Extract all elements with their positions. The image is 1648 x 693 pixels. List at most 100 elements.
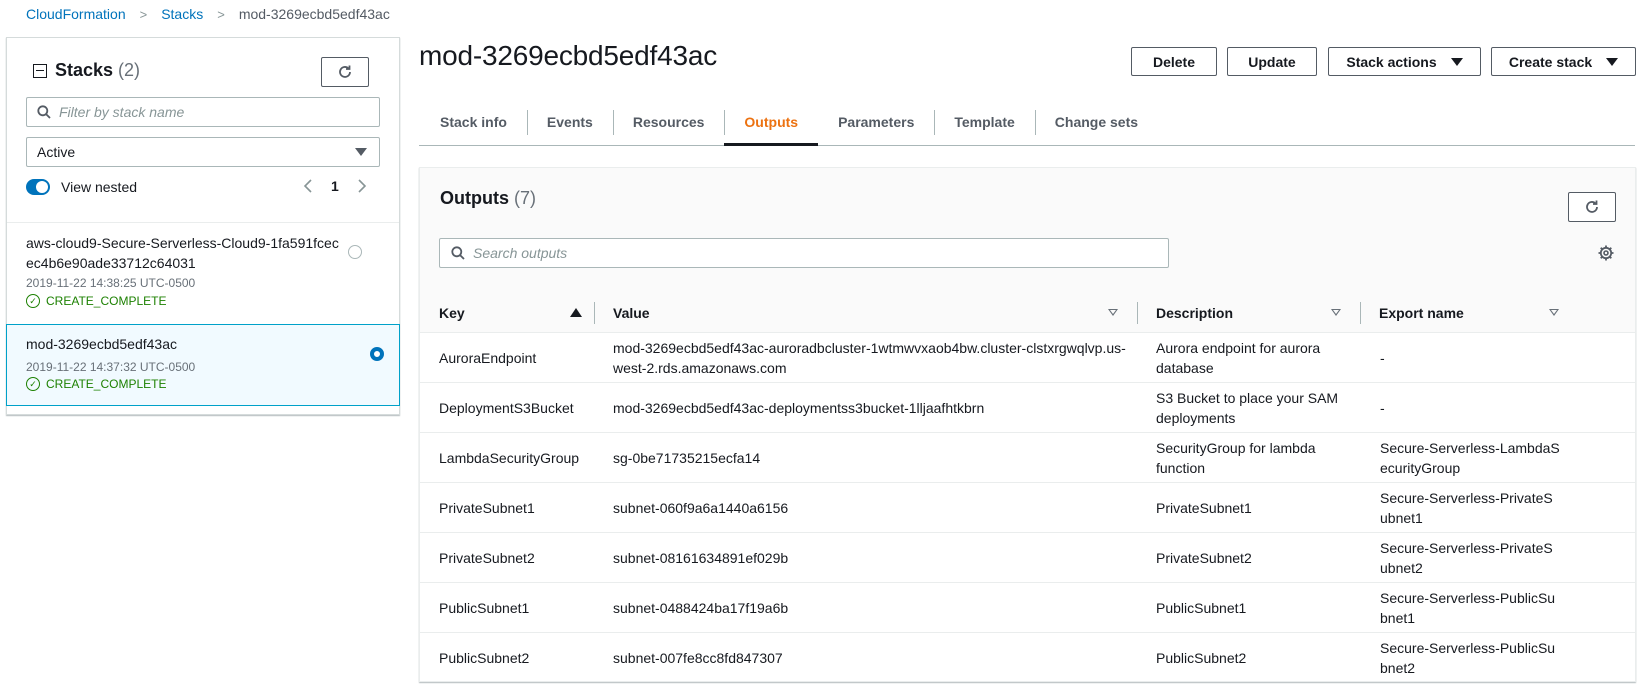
outputs-panel: Outputs (7) Key Value Description Export… xyxy=(419,167,1636,682)
breadcrumb-cloudformation[interactable]: CloudFormation xyxy=(26,6,126,22)
delete-button[interactable]: Delete xyxy=(1131,47,1217,76)
collapse-icon[interactable] xyxy=(33,63,47,78)
view-nested-label: View nested xyxy=(61,179,138,195)
column-export-name[interactable]: Export name xyxy=(1379,292,1464,333)
outputs-title-label: Outputs xyxy=(440,188,509,208)
status-filter-value: Active xyxy=(37,144,76,160)
tab-change-sets[interactable]: Change sets xyxy=(1034,98,1158,145)
tab-resources[interactable]: Resources xyxy=(612,98,725,145)
caret-down-icon xyxy=(355,148,367,156)
tab-stack-info[interactable]: Stack info xyxy=(419,98,527,145)
delete-button-label: Delete xyxy=(1152,53,1196,70)
column-key[interactable]: Key xyxy=(439,292,465,333)
view-nested-toggle[interactable] xyxy=(26,179,50,195)
column-value[interactable]: Value xyxy=(613,292,650,333)
create-stack-button[interactable]: Create stack xyxy=(1491,47,1636,76)
stack-status-text: CREATE_COMPLETE xyxy=(46,294,167,308)
output-key: PrivateSubnet2 xyxy=(439,550,535,566)
chevron-right-icon: > xyxy=(217,6,225,22)
outputs-title: Outputs (7) xyxy=(440,188,536,209)
stack-list-item-selected[interactable]: mod-3269ecbd5edf43ac 2019-11-22 14:37:32… xyxy=(6,324,400,406)
outputs-count: (7) xyxy=(514,188,537,208)
tab-template[interactable]: Template xyxy=(934,98,1034,145)
output-description: PublicSubnet2 xyxy=(1156,650,1247,666)
stacks-title: Stacks (2) xyxy=(33,60,140,81)
sort-ascending-icon[interactable] xyxy=(570,308,582,317)
output-export-name: Secure-Serverless-PrivateSubnet2 xyxy=(1380,540,1553,576)
stack-radio-selected[interactable] xyxy=(370,347,384,361)
search-icon xyxy=(451,246,465,260)
page-title: mod-3269ecbd5edf43ac xyxy=(419,40,718,71)
stack-list-item[interactable]: aws-cloud9-Secure-Serverless-Cloud9-1fa5… xyxy=(7,223,399,324)
outputs-column-headers: Key Value Description Export name xyxy=(420,292,1635,333)
stack-radio[interactable] xyxy=(348,245,362,259)
outputs-search xyxy=(439,238,1169,268)
stack-status: ✓ CREATE_COMPLETE xyxy=(26,377,166,391)
output-description: Aurora endpoint for aurora database xyxy=(1156,340,1321,376)
breadcrumb-stacks[interactable]: Stacks xyxy=(161,6,203,22)
output-export-name: - xyxy=(1380,400,1385,416)
chevron-right-icon[interactable] xyxy=(357,178,367,194)
stack-filter-input[interactable] xyxy=(59,104,367,120)
output-key: PrivateSubnet1 xyxy=(439,500,535,516)
stack-tabs: Stack info Events Resources Outputs Para… xyxy=(419,98,1635,146)
outputs-table-body: AuroraEndpoint mod-3269ecbd5edf43ac-auro… xyxy=(420,333,1635,683)
column-divider xyxy=(1360,302,1361,324)
column-description[interactable]: Description xyxy=(1156,292,1233,333)
update-button[interactable]: Update xyxy=(1227,47,1317,76)
stack-timestamp: 2019-11-22 14:38:25 UTC-0500 xyxy=(26,276,196,290)
search-icon xyxy=(37,105,51,119)
refresh-icon xyxy=(339,65,351,78)
outputs-header: Outputs (7) Key Value Description Export… xyxy=(420,168,1635,333)
table-row: PrivateSubnet1 subnet-060f9a6a1440a6156 … xyxy=(420,483,1635,533)
outputs-search-input[interactable] xyxy=(473,245,1119,261)
output-export-name: Secure-Serverless-PublicSubnet1 xyxy=(1380,590,1556,626)
filter-icon[interactable] xyxy=(1108,309,1118,316)
table-row: DeploymentS3Bucket mod-3269ecbd5edf43ac-… xyxy=(420,383,1635,433)
filter-icon[interactable] xyxy=(1331,309,1341,316)
current-page[interactable]: 1 xyxy=(331,178,339,194)
stack-name[interactable]: aws-cloud9-Secure-Serverless-Cloud9-1fa5… xyxy=(26,233,346,273)
update-button-label: Update xyxy=(1248,53,1296,70)
output-description: SecurityGroup for lambda function xyxy=(1156,440,1316,476)
gear-icon[interactable] xyxy=(1597,244,1615,262)
stack-status-text: CREATE_COMPLETE xyxy=(46,377,167,391)
stack-actions-label: Stack actions xyxy=(1346,53,1437,70)
stack-name[interactable]: mod-3269ecbd5edf43ac xyxy=(26,334,346,354)
refresh-outputs-button[interactable] xyxy=(1568,192,1616,222)
table-row: PublicSubnet2 subnet-007fe8cc8fd847307 P… xyxy=(420,633,1635,683)
output-key: LambdaSecurityGroup xyxy=(439,450,580,466)
chevron-left-icon[interactable] xyxy=(303,178,313,194)
breadcrumb-current: mod-3269ecbd5edf43ac xyxy=(238,6,390,22)
filter-icon[interactable] xyxy=(1549,309,1559,316)
create-stack-label: Create stack xyxy=(1508,53,1593,70)
output-export-name: Secure-Serverless-PrivateSubnet1 xyxy=(1380,490,1553,526)
output-export-name: - xyxy=(1380,350,1385,366)
table-row: AuroraEndpoint mod-3269ecbd5edf43ac-auro… xyxy=(420,333,1635,383)
output-export-name: Secure-Serverless-PublicSubnet2 xyxy=(1380,640,1556,676)
output-value: mod-3269ecbd5edf43ac-deploymentss3bucket… xyxy=(613,400,985,416)
output-key: AuroraEndpoint xyxy=(439,350,537,366)
stacks-panel: Stacks (2) Active View nested 1 aws-clou… xyxy=(6,37,400,415)
stack-actions-button[interactable]: Stack actions xyxy=(1328,47,1481,76)
breadcrumb: CloudFormation > Stacks > mod-3269ecbd5e… xyxy=(26,4,390,24)
refresh-stacks-button[interactable] xyxy=(321,57,369,87)
stack-filter xyxy=(26,97,380,127)
caret-down-icon xyxy=(1450,57,1463,66)
chevron-right-icon: > xyxy=(139,6,148,22)
stack-status: ✓ CREATE_COMPLETE xyxy=(26,294,166,308)
status-filter-select[interactable]: Active xyxy=(26,137,380,167)
refresh-icon xyxy=(1586,200,1598,213)
tab-parameters[interactable]: Parameters xyxy=(818,98,934,145)
check-circle-icon: ✓ xyxy=(26,294,40,308)
table-row: LambdaSecurityGroup sg-0be71735215ecfa14… xyxy=(420,433,1635,483)
output-value: subnet-007fe8cc8fd847307 xyxy=(613,650,783,666)
caret-down-icon xyxy=(1606,57,1619,66)
output-description: PrivateSubnet1 xyxy=(1156,500,1252,516)
tab-events[interactable]: Events xyxy=(526,98,613,145)
tab-outputs[interactable]: Outputs xyxy=(724,98,818,146)
output-description: S3 Bucket to place your SAM deployments xyxy=(1156,390,1339,426)
output-key: PublicSubnet1 xyxy=(439,600,530,616)
output-key: PublicSubnet2 xyxy=(439,650,530,666)
output-description: PublicSubnet1 xyxy=(1156,600,1247,616)
